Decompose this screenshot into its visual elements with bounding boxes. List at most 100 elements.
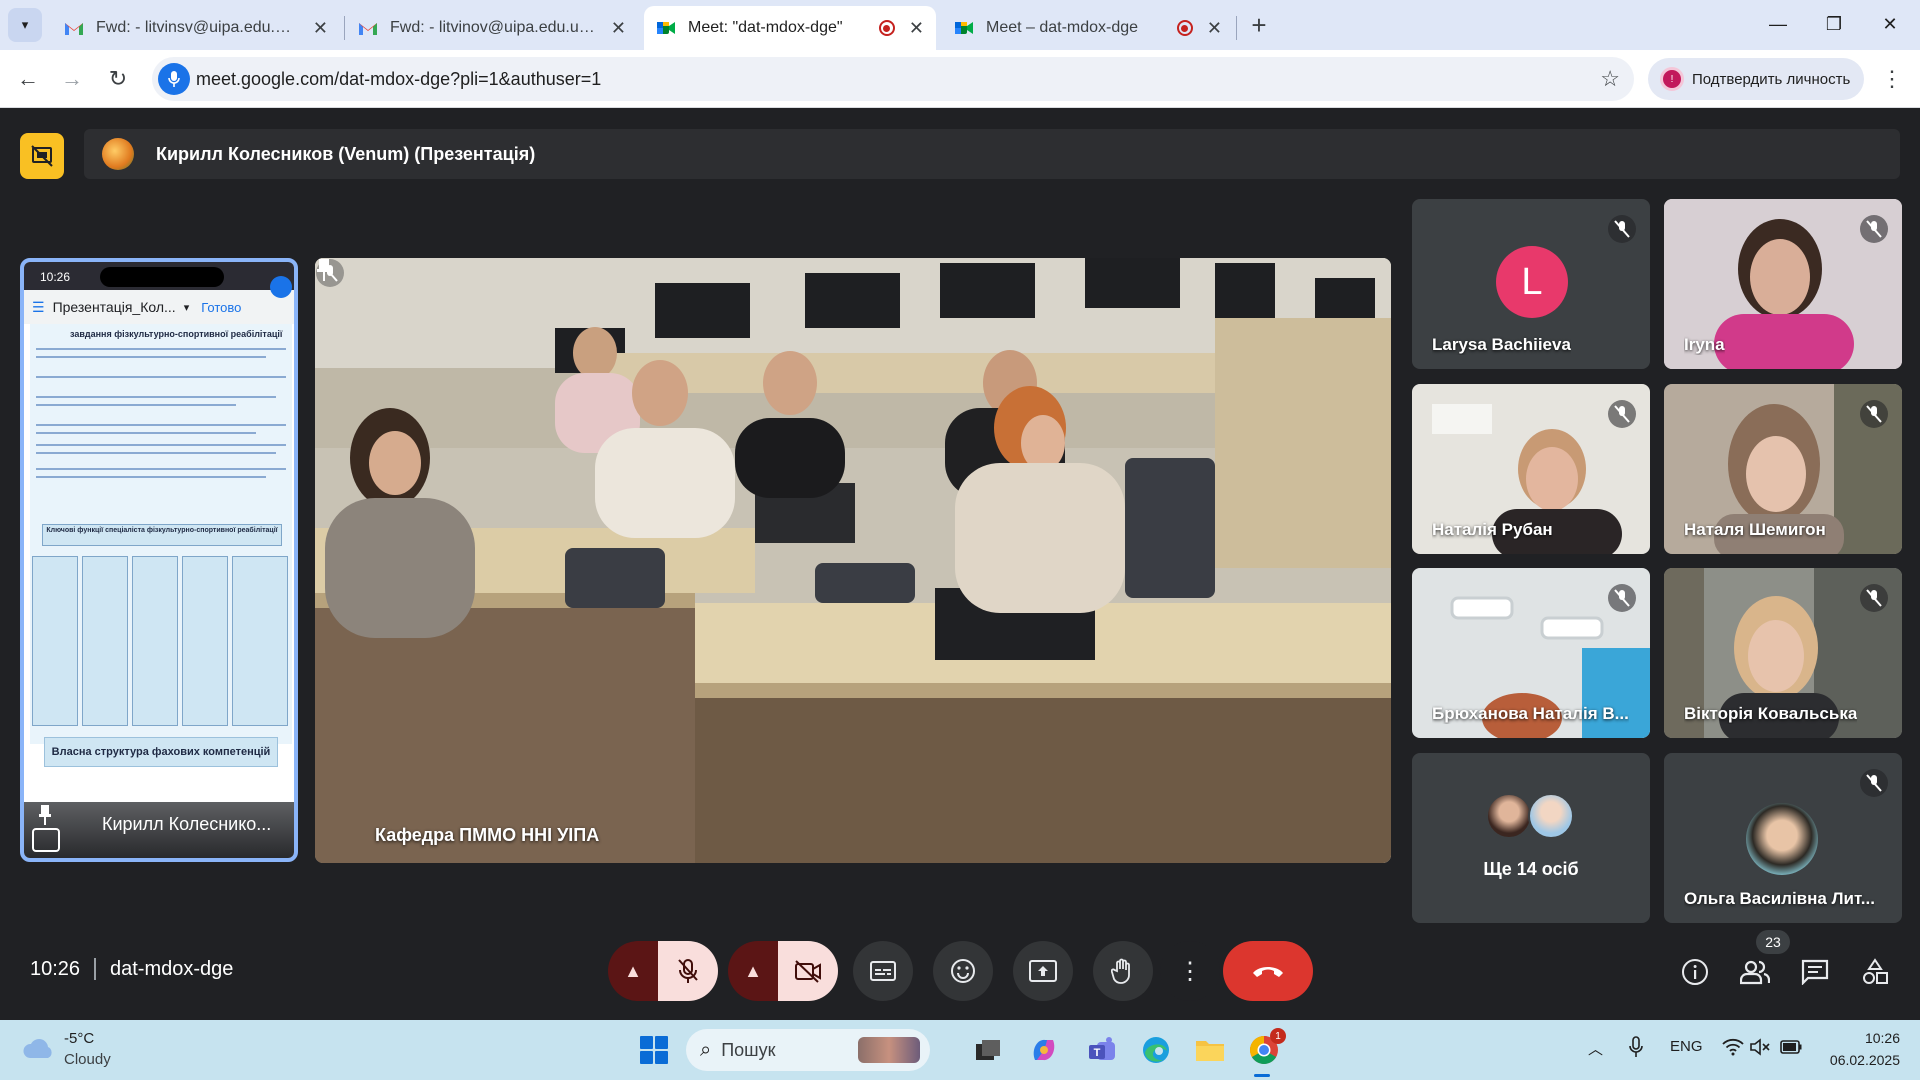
people-icon bbox=[1740, 960, 1770, 985]
participant-tile[interactable]: Брюханова Наталія В... bbox=[1412, 568, 1650, 738]
taskbar-search[interactable]: ⌕ Пошук bbox=[686, 1029, 930, 1071]
phone-status-bar: 10:26 bbox=[24, 262, 294, 290]
new-tab-button[interactable]: + bbox=[1244, 10, 1274, 40]
microphone-active-icon[interactable] bbox=[158, 63, 190, 95]
tab-close-icon[interactable]: ✕ bbox=[1207, 18, 1222, 39]
tab-close-icon[interactable]: ✕ bbox=[313, 18, 328, 39]
people-count-badge: 23 bbox=[1756, 930, 1790, 954]
camera-toggle-button[interactable] bbox=[778, 941, 838, 1001]
browser-menu-icon[interactable]: ⋮ bbox=[1876, 63, 1908, 95]
tab-separator bbox=[344, 16, 345, 40]
participant-tile[interactable]: Вікторія Ковальська bbox=[1664, 568, 1902, 738]
hand-icon bbox=[1111, 958, 1130, 984]
weather-description[interactable]: Cloudy bbox=[64, 1051, 111, 1068]
browser-tab-bar: ▾ Fwd: - litvinsv@uipa.edu.ua - пошта ✕ … bbox=[0, 0, 1920, 50]
back-button[interactable]: ← bbox=[12, 63, 44, 95]
muted-mic-icon bbox=[1608, 400, 1636, 428]
present-to-all-icon[interactable] bbox=[32, 828, 60, 852]
doc-text-line bbox=[36, 468, 286, 470]
file-explorer-icon[interactable] bbox=[1192, 1032, 1228, 1068]
captions-button[interactable] bbox=[853, 941, 913, 1001]
participant-tile[interactable]: Ольга Василівна Лит... bbox=[1664, 753, 1902, 923]
pin-icon[interactable] bbox=[315, 258, 333, 282]
task-view-icon[interactable] bbox=[970, 1032, 1006, 1068]
search-icon: ⌕ bbox=[700, 1038, 712, 1061]
info-icon bbox=[1682, 959, 1708, 985]
chat-button[interactable] bbox=[1795, 952, 1835, 992]
participant-tile[interactable]: Наталія Рубан bbox=[1412, 384, 1650, 554]
participant-tile[interactable]: Наталя Шемигон bbox=[1664, 384, 1902, 554]
camera-off-icon bbox=[795, 960, 821, 983]
recording-icon bbox=[1176, 20, 1193, 36]
battery-icon[interactable] bbox=[1780, 1040, 1802, 1054]
windows-taskbar: -5°C Cloudy ⌕ Пошук T 1 ︿ ENG 10:26 06.0… bbox=[0, 1020, 1920, 1080]
tab-meet-2[interactable]: Meet – dat-mdox-dge ✕ bbox=[942, 6, 1234, 50]
main-video-tile[interactable]: Кафедра ПММО ННІ УІПА bbox=[315, 258, 1391, 863]
window-close-button[interactable]: ✕ bbox=[1862, 0, 1918, 48]
phone-dynamic-island bbox=[100, 267, 224, 287]
participant-name: Ольга Василівна Лит... bbox=[1684, 889, 1875, 908]
hang-up-icon bbox=[1253, 967, 1283, 977]
taskbar-clock-time[interactable]: 10:26 bbox=[1820, 1030, 1900, 1046]
reactions-button[interactable] bbox=[933, 941, 993, 1001]
microphone-tray-icon[interactable] bbox=[1628, 1036, 1644, 1058]
copilot-icon[interactable] bbox=[1026, 1032, 1062, 1068]
taskbar-search-placeholder: Пошук bbox=[721, 1039, 776, 1060]
reload-button[interactable]: ↻ bbox=[102, 63, 134, 95]
windows-start-button[interactable] bbox=[640, 1036, 668, 1064]
omnibox[interactable]: meet.google.com/dat-mdox-dge?pli=1&authu… bbox=[152, 57, 1634, 101]
activities-button[interactable] bbox=[1855, 952, 1895, 992]
presentation-header: Кирилл Колесников (Venum) (Презентація) bbox=[84, 129, 1900, 179]
present-to-all-icon bbox=[1029, 960, 1057, 982]
microphone-toggle-button[interactable] bbox=[658, 941, 718, 1001]
cloud-icon[interactable] bbox=[22, 1036, 56, 1060]
participant-name: Наталя Шемигон bbox=[1684, 520, 1826, 539]
video-settings-chevron-up-icon[interactable]: ▲ bbox=[728, 941, 778, 1001]
tab-search-button[interactable]: ▾ bbox=[8, 8, 42, 42]
more-options-button[interactable]: ⋮ bbox=[1160, 941, 1220, 1001]
meeting-details-button[interactable] bbox=[1675, 952, 1715, 992]
shared-screen-tile[interactable]: 10:26 ☰ Презентація_Кол... ▾ Готово завд… bbox=[20, 258, 298, 862]
volume-muted-icon[interactable] bbox=[1750, 1038, 1772, 1056]
presentation-title: Кирилл Колесников (Venum) (Презентація) bbox=[156, 143, 536, 164]
weather-temperature[interactable]: -5°C bbox=[64, 1030, 94, 1047]
tab-gmail-2[interactable]: Fwd: - litvinov@uipa.edu.ua - Пошта ✕ bbox=[346, 6, 638, 50]
doc-text-line bbox=[36, 452, 276, 454]
participant-tile[interactable]: L Larysa Bachiieva bbox=[1412, 199, 1650, 369]
doc-column bbox=[232, 556, 288, 726]
edge-icon[interactable] bbox=[1138, 1032, 1174, 1068]
tab-close-icon[interactable]: ✕ bbox=[611, 18, 626, 39]
language-indicator[interactable]: ENG bbox=[1670, 1038, 1703, 1055]
search-highlight-image bbox=[858, 1037, 920, 1063]
tab-close-icon[interactable]: ✕ bbox=[909, 18, 924, 39]
tab-meet-active[interactable]: Meet: "dat-mdox-dge" ✕ bbox=[644, 6, 936, 50]
people-button[interactable] bbox=[1735, 952, 1775, 992]
raise-hand-button[interactable] bbox=[1093, 941, 1153, 1001]
participant-tile[interactable]: Iryna bbox=[1664, 199, 1902, 369]
present-button[interactable] bbox=[1013, 941, 1073, 1001]
stop-presenting-icon[interactable] bbox=[20, 133, 64, 179]
pin-icon[interactable] bbox=[38, 804, 52, 826]
doc-heading: завдання фізкультурно-спортивної реабілі… bbox=[70, 329, 283, 339]
participant-name: Наталія Рубан bbox=[1432, 520, 1553, 539]
url-text[interactable]: meet.google.com/dat-mdox-dge?pli=1&authu… bbox=[196, 69, 601, 90]
profile-verify-chip[interactable]: ! Подтвердить личность bbox=[1648, 58, 1864, 100]
wifi-icon[interactable] bbox=[1722, 1038, 1744, 1056]
tab-gmail-1[interactable]: Fwd: - litvinsv@uipa.edu.ua - пошта ✕ bbox=[52, 6, 340, 50]
doc-text-line bbox=[36, 348, 286, 350]
forward-button[interactable]: → bbox=[56, 63, 88, 95]
audio-settings-chevron-up-icon[interactable]: ▲ bbox=[608, 941, 658, 1001]
chrome-icon[interactable]: 1 bbox=[1246, 1028, 1286, 1068]
bookmark-star-icon[interactable]: ☆ bbox=[1600, 66, 1620, 92]
taskbar-clock-date[interactable]: 06.02.2025 bbox=[1820, 1052, 1900, 1068]
restore-button[interactable]: ❐ bbox=[1806, 0, 1862, 48]
audio-activity-icon bbox=[270, 276, 292, 298]
recording-icon bbox=[878, 20, 895, 36]
show-hidden-icons-chevron-up-icon[interactable]: ︿ bbox=[1588, 1038, 1603, 1059]
more-participants-tile[interactable]: Ще 14 осіб bbox=[1412, 753, 1650, 923]
leave-call-button[interactable] bbox=[1223, 941, 1313, 1001]
teams-icon[interactable]: T bbox=[1084, 1032, 1120, 1068]
doc-text-line bbox=[36, 396, 276, 398]
minimize-button[interactable]: — bbox=[1750, 0, 1806, 48]
muted-mic-icon bbox=[1860, 769, 1888, 797]
